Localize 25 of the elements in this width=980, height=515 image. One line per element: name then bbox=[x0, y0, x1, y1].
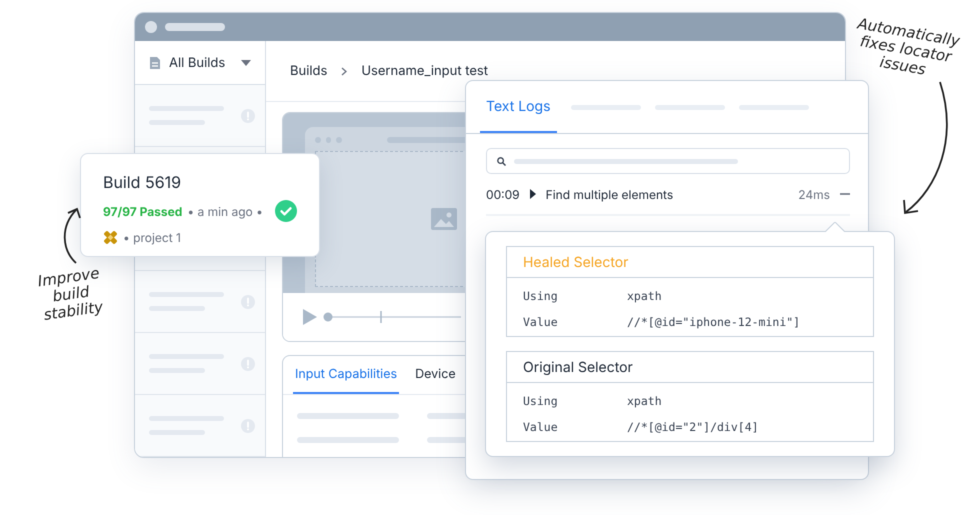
handwritten-note: Improve build stability bbox=[36, 264, 106, 324]
field-label: Using bbox=[523, 393, 559, 410]
selector-title: Healed Selector bbox=[507, 247, 873, 278]
field-value: //*[@id="iphone-12-mini"] bbox=[627, 314, 802, 331]
tab[interactable]: Text Logs bbox=[480, 81, 557, 133]
test-result: 97/97 Passed bbox=[103, 204, 182, 218]
field-value: //*[@id="2"]/div[4] bbox=[627, 419, 760, 436]
field-label: Using bbox=[523, 288, 559, 305]
field-label: Value bbox=[523, 419, 559, 436]
log-duration: 24ms bbox=[798, 186, 830, 202]
builds-dropdown[interactable]: All Builds bbox=[135, 41, 265, 85]
breadcrumb-link[interactable]: Username_input test bbox=[361, 63, 488, 79]
tab[interactable]: Input Capabilities bbox=[293, 356, 400, 394]
build-time: • a min ago • bbox=[187, 204, 263, 218]
build-card[interactable]: Build 5619 97/97 Passed • a min ago • • project 1 bbox=[80, 153, 320, 257]
tab[interactable]: Device bbox=[413, 356, 458, 394]
field-label: Value bbox=[523, 314, 559, 331]
selector-title: Original Selector bbox=[507, 352, 873, 383]
build-title: Build 5619 bbox=[103, 172, 182, 192]
project-name: • project 1 bbox=[123, 230, 181, 245]
breadcrumb-link[interactable]: Builds bbox=[290, 63, 328, 79]
field-value: xpath bbox=[627, 288, 663, 305]
log-entry[interactable]: Find multiple elements bbox=[546, 186, 788, 202]
log-time: 00:09 bbox=[486, 186, 520, 202]
field-value: xpath bbox=[627, 393, 663, 410]
